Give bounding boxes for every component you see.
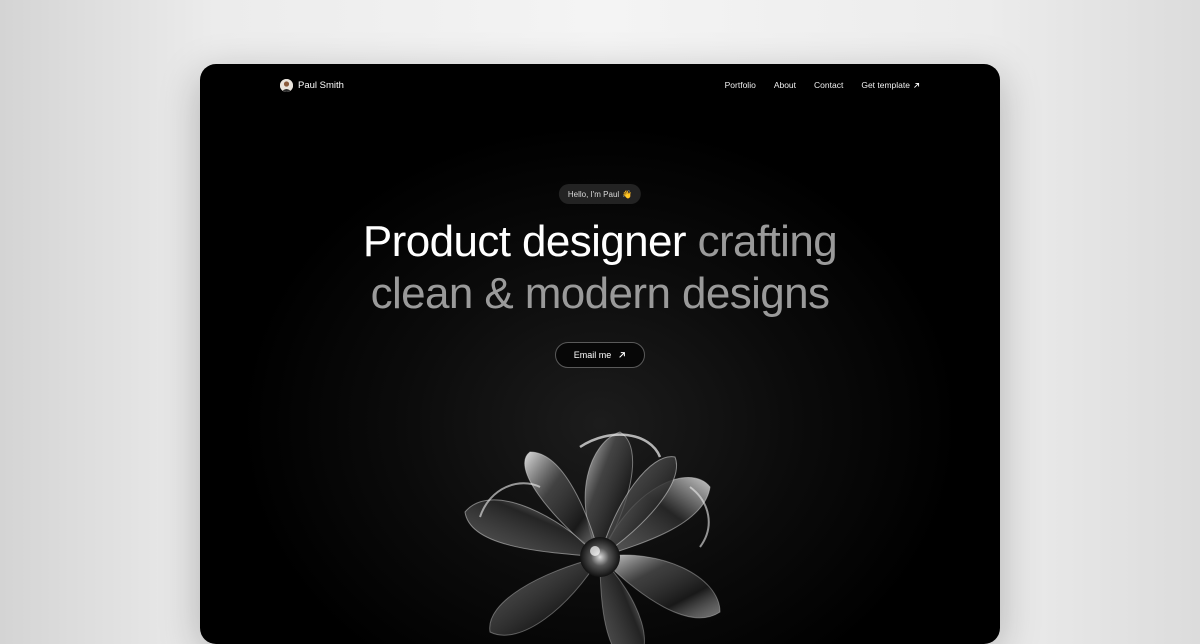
- waving-hand-icon: 👋: [622, 189, 633, 199]
- headline-muted-2: clean & modern designs: [370, 269, 830, 318]
- nav-link-get-template[interactable]: Get template: [861, 80, 920, 90]
- email-me-button[interactable]: Email me: [555, 342, 645, 368]
- arrow-up-right-icon: [618, 351, 626, 359]
- greeting-badge: Hello, I'm Paul 👋: [558, 184, 642, 204]
- top-nav: Paul Smith Portfolio About Contact Get t…: [280, 77, 920, 93]
- greeting-text: Hello, I'm Paul: [567, 189, 620, 199]
- glass-flower-render: [450, 422, 750, 644]
- email-me-label: Email me: [573, 350, 612, 360]
- brand-name: Paul Smith: [298, 79, 344, 91]
- avatar: [280, 78, 293, 92]
- headline-strong: Product designer: [362, 217, 687, 266]
- browser-frame: Paul Smith Portfolio About Contact Get t…: [200, 64, 1000, 644]
- arrow-up-right-icon: [913, 82, 920, 89]
- get-template-label: Get template: [861, 80, 910, 90]
- hero-headline: Product designer crafting clean & modern…: [200, 216, 1000, 320]
- nav-link-about[interactable]: About: [774, 80, 796, 90]
- nav-links: Portfolio About Contact Get template: [725, 80, 920, 90]
- headline-muted-1: crafting: [697, 217, 838, 266]
- nav-link-portfolio[interactable]: Portfolio: [725, 80, 756, 90]
- brand[interactable]: Paul Smith: [280, 78, 344, 92]
- nav-link-contact[interactable]: Contact: [814, 80, 843, 90]
